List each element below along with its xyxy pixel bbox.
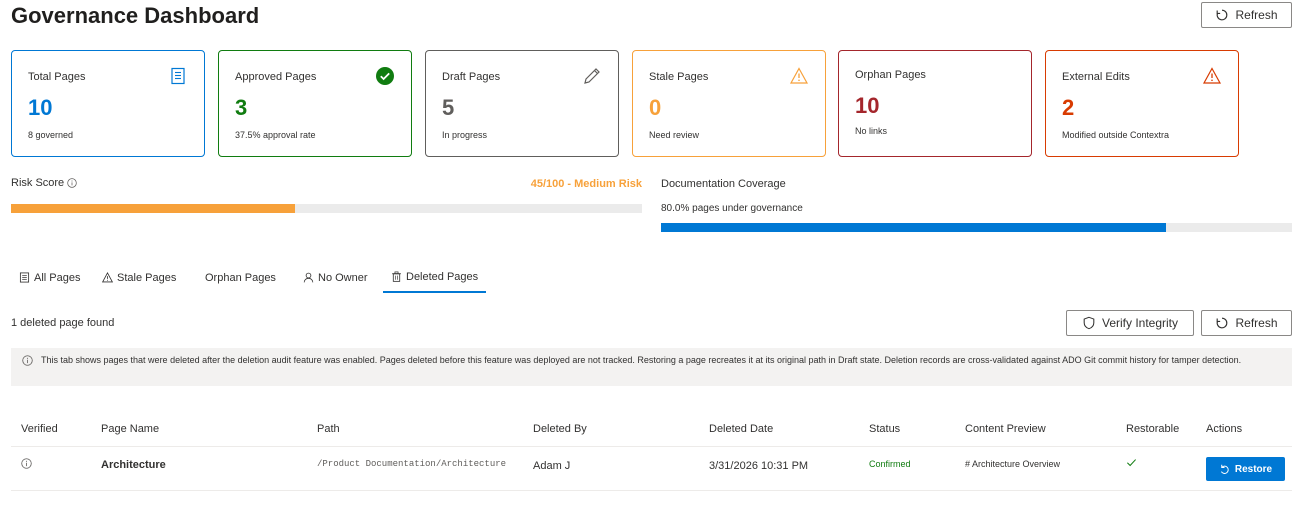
column-header[interactable]: Status (869, 423, 900, 435)
check-circle-icon (376, 67, 394, 85)
tab-stale-pages[interactable]: Stale Pages (94, 262, 184, 293)
column-header[interactable]: Actions (1206, 423, 1242, 435)
status-badge: Confirmed (869, 459, 911, 469)
card-label: Total Pages (28, 71, 86, 83)
tab-label: Orphan Pages (205, 271, 276, 284)
card-label: Stale Pages (649, 71, 709, 83)
coverage-subtext: 80.0% pages under governance (661, 203, 803, 214)
card-subtext: In progress (442, 130, 488, 140)
column-header[interactable]: Deleted By (533, 423, 587, 435)
column-header[interactable]: Deleted Date (709, 423, 773, 435)
deleted-refresh-button[interactable]: Refresh (1201, 310, 1292, 336)
column-header[interactable]: Verified (21, 423, 58, 435)
coverage-bar-fill (661, 223, 1166, 232)
card-value: 10 (28, 95, 53, 120)
page-name-cell: Architecture (101, 459, 166, 471)
column-header[interactable]: Content Preview (965, 423, 1046, 435)
pencil-icon (584, 68, 600, 84)
card-value: 0 (649, 95, 662, 120)
refresh-icon (1217, 9, 1228, 21)
undo-icon (1220, 464, 1229, 474)
card-subtext: Need review (649, 130, 700, 140)
tab-deleted-pages[interactable]: Deleted Pages (383, 262, 487, 293)
coverage-label: Documentation Coverage (661, 178, 786, 190)
list-icon (19, 272, 30, 283)
info-icon[interactable] (67, 178, 77, 188)
card-approved-pages[interactable]: Approved Pages 3 37.5% approval rate (218, 50, 412, 157)
card-stale-pages[interactable]: Stale Pages 0 Need review (632, 50, 826, 157)
card-value: 2 (1062, 95, 1075, 120)
page-filter-tabs: All Pages Stale Pages Orphan Pages No Ow… (11, 262, 511, 294)
deleted-date-cell: 3/31/2026 10:31 PM (709, 460, 809, 472)
checkmark-icon (1127, 459, 1136, 467)
deleted-count-text: 1 deleted page found (11, 317, 115, 329)
card-value: 5 (442, 95, 455, 120)
warning-icon (1202, 67, 1222, 84)
coverage-bar (661, 223, 1292, 232)
card-subtext: No links (855, 126, 888, 136)
risk-score-label: Risk Score (11, 177, 77, 189)
card-external-edits[interactable]: External Edits 2 Modified outside Contex… (1045, 50, 1239, 157)
person-icon (303, 272, 314, 283)
table-row[interactable]: Architecture /Product Documentation/Arch… (11, 448, 1292, 491)
path-cell: /Product Documentation/Architecture (317, 459, 507, 469)
tab-orphan-pages[interactable]: Orphan Pages (197, 262, 284, 293)
verified-cell (21, 458, 32, 472)
card-label: Approved Pages (235, 71, 317, 83)
risk-score-bar-fill (11, 204, 295, 213)
risk-score-title: Risk Score (11, 177, 65, 189)
card-total-pages[interactable]: Total Pages 10 8 governed (11, 50, 205, 157)
card-subtext: Modified outside Contextra (1062, 130, 1170, 140)
column-header[interactable]: Path (317, 423, 340, 435)
restorable-cell (1126, 457, 1137, 471)
risk-score-bar (11, 204, 642, 213)
document-list-icon (171, 67, 185, 85)
warning-icon (789, 67, 809, 84)
deletion-audit-notice: This tab shows pages that were deleted a… (11, 348, 1292, 386)
refresh-icon (1217, 317, 1228, 329)
deleted-table-header: Verified Page Name Path Deleted By Delet… (11, 415, 1292, 447)
column-header[interactable]: Restorable (1126, 423, 1179, 435)
card-subtext: 8 governed (28, 130, 74, 140)
refresh-button-label: Refresh (1235, 8, 1278, 22)
content-preview-cell: # Architecture Overview (965, 459, 1061, 469)
verify-integrity-label: Verify Integrity (1101, 316, 1179, 330)
trash-icon (392, 271, 401, 282)
info-icon (22, 355, 33, 366)
risk-score-value: 45/100 - Medium Risk (530, 178, 642, 190)
tab-all-pages[interactable]: All Pages (11, 262, 88, 293)
card-label: Orphan Pages (855, 69, 926, 81)
card-draft-pages[interactable]: Draft Pages 5 In progress (425, 50, 619, 157)
deleted-refresh-label: Refresh (1235, 316, 1278, 330)
card-value: 3 (235, 95, 248, 120)
restore-button-label: Restore (1234, 463, 1273, 475)
refresh-button[interactable]: Refresh (1201, 2, 1292, 28)
page-title: Governance Dashboard (11, 3, 260, 28)
tab-label: No Owner (318, 271, 368, 284)
card-label: External Edits (1062, 71, 1130, 83)
column-header[interactable]: Page Name (101, 423, 159, 435)
deleted-by-cell: Adam J (533, 460, 571, 472)
warning-icon (102, 272, 113, 283)
tab-label: All Pages (34, 271, 81, 284)
card-label: Draft Pages (442, 71, 501, 83)
tab-label: Deleted Pages (406, 270, 479, 283)
card-value: 10 (855, 93, 880, 118)
restore-button[interactable]: Restore (1206, 457, 1285, 481)
tab-no-owner[interactable]: No Owner (295, 262, 376, 293)
card-orphan-pages[interactable]: Orphan Pages 10 No links (838, 50, 1032, 157)
shield-icon (1083, 316, 1095, 330)
tab-label: Stale Pages (117, 271, 177, 284)
card-subtext: 37.5% approval rate (235, 130, 316, 140)
verify-integrity-button[interactable]: Verify Integrity (1066, 310, 1194, 336)
info-icon[interactable] (21, 458, 32, 469)
notice-text: This tab shows pages that were deleted a… (41, 355, 1242, 365)
